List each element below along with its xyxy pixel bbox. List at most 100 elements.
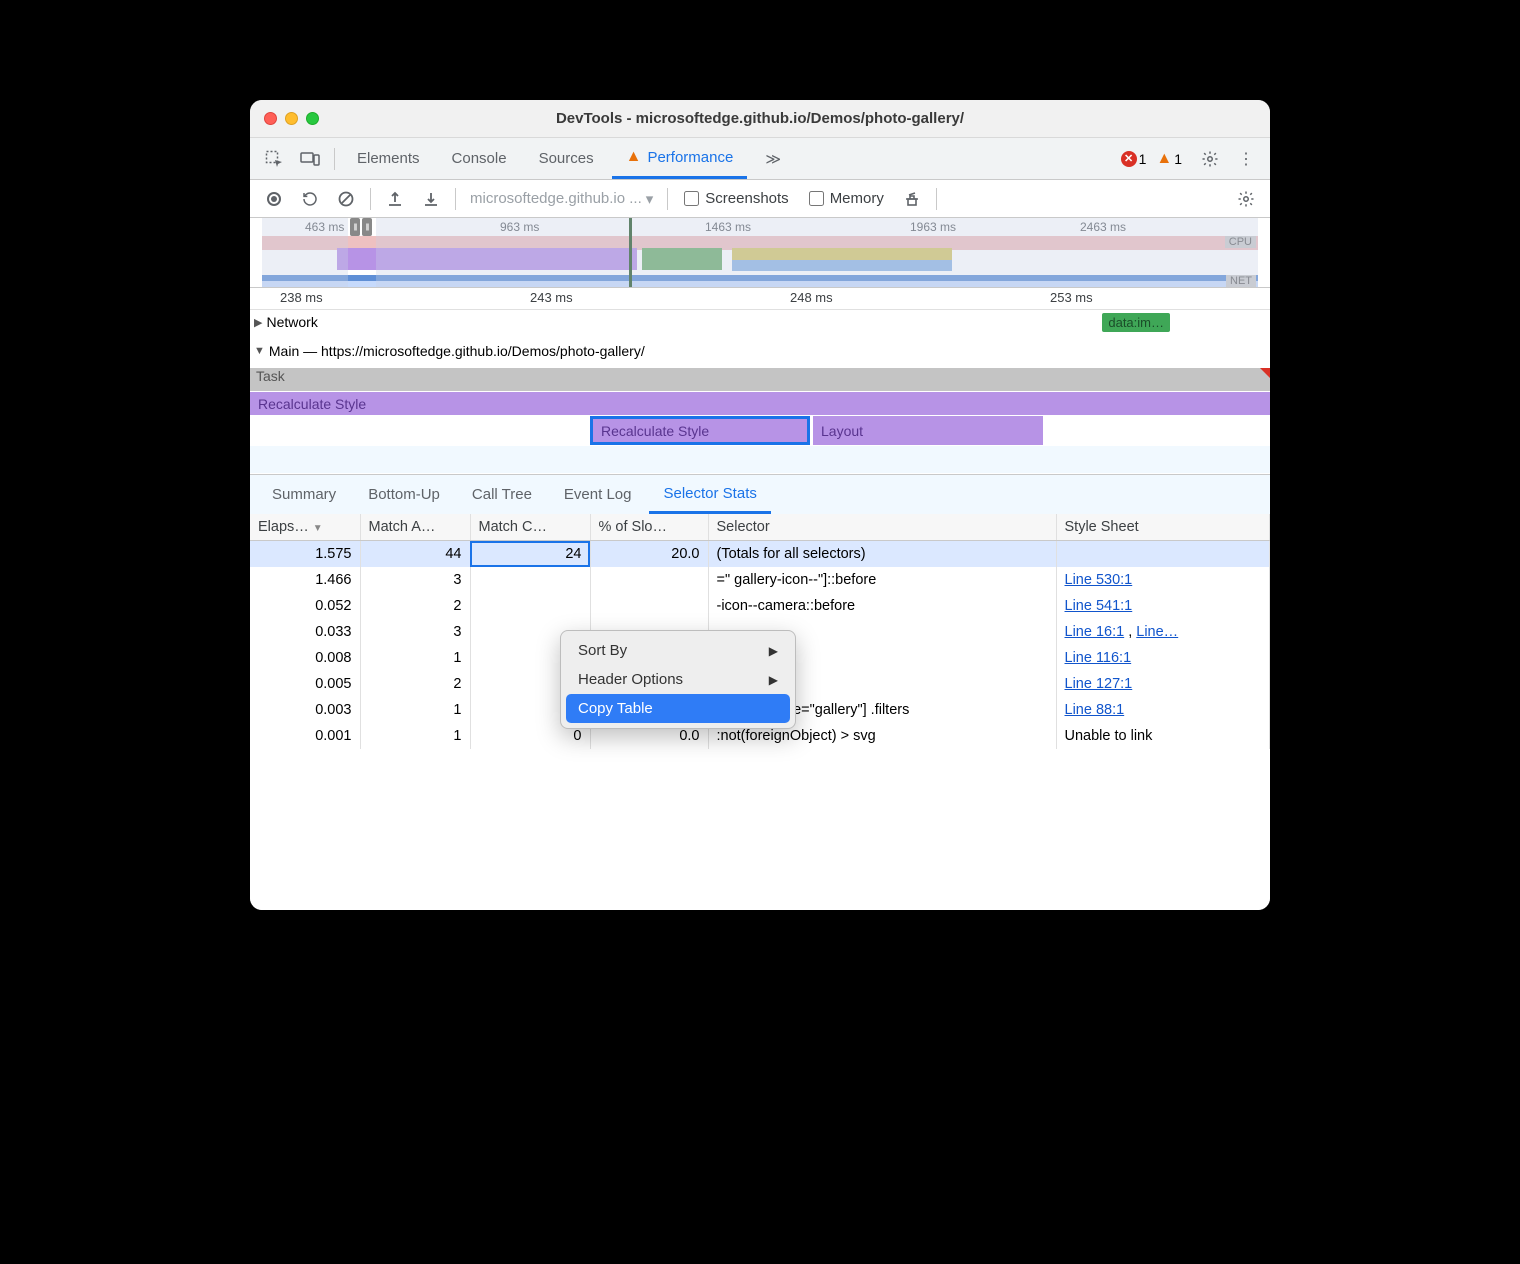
separator bbox=[667, 188, 668, 210]
table-cell: 0.008 bbox=[250, 645, 360, 671]
memory-checkbox[interactable]: Memory bbox=[809, 190, 884, 207]
expand-icon[interactable]: ▶ bbox=[254, 316, 262, 329]
stylesheet-link[interactable]: Line… bbox=[1136, 624, 1178, 640]
table-cell[interactable]: Line 530:1 bbox=[1056, 567, 1270, 593]
menu-sortby-label: Sort By bbox=[578, 642, 627, 659]
col-percent-slow[interactable]: % of Slo… bbox=[590, 514, 708, 541]
tab-sources[interactable]: Sources bbox=[525, 138, 608, 179]
table-row[interactable]: 0.0522-icon--camera::beforeLine 541:1 bbox=[250, 593, 1270, 619]
main-label: Main — https://microsoftedge.github.io/D… bbox=[269, 343, 645, 359]
stylesheet-link[interactable]: Line 541:1 bbox=[1065, 598, 1133, 614]
table-cell bbox=[590, 593, 708, 619]
tab-summary[interactable]: Summary bbox=[258, 475, 350, 514]
stylesheet-link[interactable]: Line 88:1 bbox=[1065, 702, 1125, 718]
warning-icon: ▲ bbox=[626, 148, 642, 166]
device-toggle-icon[interactable] bbox=[294, 143, 326, 175]
screenshots-label: Screenshots bbox=[705, 190, 788, 207]
table-cell: 2 bbox=[360, 593, 470, 619]
context-menu[interactable]: Sort By ▶ Header Options ▶ Copy Table bbox=[560, 630, 796, 729]
table-row[interactable]: 1.575442420.0(Totals for all selectors) bbox=[250, 541, 1270, 568]
tab-console[interactable]: Console bbox=[438, 138, 521, 179]
table-cell: 0.005 bbox=[250, 671, 360, 697]
col-match-attempts[interactable]: Match A… bbox=[360, 514, 470, 541]
chevron-right-icon: ▶ bbox=[769, 673, 778, 687]
table-cell bbox=[1056, 541, 1270, 568]
table-cell: 0.003 bbox=[250, 697, 360, 723]
menu-header-options[interactable]: Header Options ▶ bbox=[566, 665, 790, 694]
recalc-row-1[interactable]: Recalculate Style bbox=[250, 392, 1270, 416]
table-cell[interactable]: Line 88:1 bbox=[1056, 697, 1270, 723]
tab-selectorstats[interactable]: Selector Stats bbox=[649, 475, 770, 514]
table-cell[interactable]: Line 16:1 , Line… bbox=[1056, 619, 1270, 645]
table-cell: 1 bbox=[360, 723, 470, 749]
record-icon[interactable] bbox=[258, 183, 290, 215]
tab-elements[interactable]: Elements bbox=[343, 138, 434, 179]
menu-copy-table[interactable]: Copy Table bbox=[566, 694, 790, 723]
separator bbox=[455, 188, 456, 210]
screenshots-checkbox[interactable]: Screenshots bbox=[684, 190, 788, 207]
table-cell: 44 bbox=[360, 541, 470, 568]
flame-chart[interactable]: ▶ Network data:im… ▼ Main — https://micr… bbox=[250, 310, 1270, 474]
settings-icon[interactable] bbox=[1194, 143, 1226, 175]
minimize-icon[interactable] bbox=[285, 112, 298, 125]
zoom-icon[interactable] bbox=[306, 112, 319, 125]
download-icon[interactable] bbox=[415, 183, 447, 215]
inspect-icon[interactable] bbox=[258, 143, 290, 175]
overview-handle-left[interactable] bbox=[350, 218, 360, 236]
clear-icon[interactable] bbox=[330, 183, 362, 215]
error-indicator[interactable]: ✕ 1 bbox=[1121, 151, 1147, 167]
overview-handle-right[interactable] bbox=[362, 218, 372, 236]
menu-sortby[interactable]: Sort By ▶ bbox=[566, 636, 790, 665]
table-cell: 1 bbox=[360, 645, 470, 671]
network-chip[interactable]: data:im… bbox=[1102, 313, 1170, 332]
tab-performance-label: Performance bbox=[647, 149, 733, 166]
table-row[interactable]: 1.4663=" gallery-icon--"]::beforeLine 53… bbox=[250, 567, 1270, 593]
recording-select[interactable]: microsoftedge.github.io ... ▾ bbox=[470, 190, 653, 208]
table-cell: 3 bbox=[360, 619, 470, 645]
stylesheet-link[interactable]: Line 530:1 bbox=[1065, 572, 1133, 588]
col-stylesheet[interactable]: Style Sheet bbox=[1056, 514, 1270, 541]
table-cell: 0.052 bbox=[250, 593, 360, 619]
table-cell: 0.001 bbox=[250, 723, 360, 749]
recalc-label: Recalculate Style bbox=[258, 396, 366, 412]
upload-icon[interactable] bbox=[379, 183, 411, 215]
capture-settings-icon[interactable] bbox=[1230, 183, 1262, 215]
window-controls bbox=[264, 112, 319, 125]
warning-indicator[interactable]: ▲ 1 bbox=[1156, 150, 1182, 168]
recalc-row-2[interactable]: Recalculate Style Layout bbox=[250, 416, 1270, 446]
long-task-marker bbox=[1260, 368, 1270, 378]
table-cell: 1.575 bbox=[250, 541, 360, 568]
close-icon[interactable] bbox=[264, 112, 277, 125]
table-cell bbox=[470, 567, 590, 593]
table-cell[interactable]: Line 116:1 bbox=[1056, 645, 1270, 671]
table-cell[interactable]: Line 127:1 bbox=[1056, 671, 1270, 697]
stylesheet-link[interactable]: Line 116:1 bbox=[1065, 650, 1132, 666]
kebab-menu-icon[interactable]: ⋮ bbox=[1230, 143, 1262, 175]
col-match-count[interactable]: Match C… bbox=[470, 514, 590, 541]
error-icon: ✕ bbox=[1121, 151, 1137, 167]
reload-icon[interactable] bbox=[294, 183, 326, 215]
recording-select-label: microsoftedge.github.io ... bbox=[470, 190, 642, 207]
network-track[interactable]: ▶ Network data:im… bbox=[250, 310, 1270, 339]
tab-eventlog[interactable]: Event Log bbox=[550, 475, 646, 514]
col-selector[interactable]: Selector bbox=[708, 514, 1056, 541]
tab-bottomup[interactable]: Bottom-Up bbox=[354, 475, 454, 514]
sort-desc-icon: ▼ bbox=[313, 523, 323, 534]
tab-more[interactable]: ≫ bbox=[751, 138, 795, 179]
table-cell: 3 bbox=[360, 567, 470, 593]
col-elapsed[interactable]: Elaps…▼ bbox=[250, 514, 360, 541]
ruler-tick: 248 ms bbox=[790, 290, 833, 305]
table-cell[interactable]: Line 541:1 bbox=[1056, 593, 1270, 619]
tab-performance[interactable]: ▲ Performance bbox=[612, 138, 748, 179]
task-row[interactable]: Task bbox=[250, 368, 1270, 392]
main-track-header[interactable]: ▼ Main — https://microsoftedge.github.io… bbox=[250, 339, 1270, 368]
tab-calltree[interactable]: Call Tree bbox=[458, 475, 546, 514]
garbage-collect-icon[interactable] bbox=[896, 183, 928, 215]
screenshots-checkbox-input[interactable] bbox=[684, 191, 699, 206]
collapse-icon[interactable]: ▼ bbox=[254, 345, 265, 357]
table-cell: Unable to link bbox=[1056, 723, 1270, 749]
stylesheet-link[interactable]: Line 16:1 bbox=[1065, 624, 1125, 640]
overview-pane[interactable]: 463 ms 963 ms 1463 ms 1963 ms 2463 ms CP… bbox=[250, 218, 1270, 288]
memory-checkbox-input[interactable] bbox=[809, 191, 824, 206]
stylesheet-link[interactable]: Line 127:1 bbox=[1065, 676, 1133, 692]
